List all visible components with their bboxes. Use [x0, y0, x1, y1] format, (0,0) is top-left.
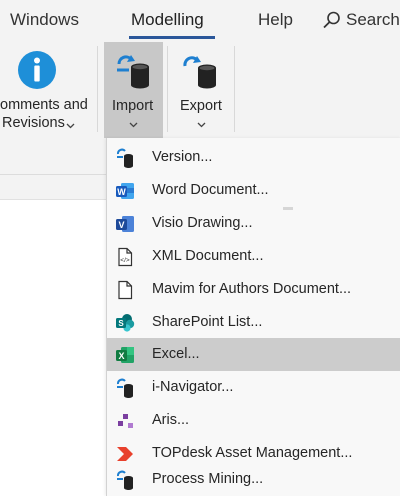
export-db-icon — [183, 56, 216, 89]
chevron-down-icon — [197, 122, 206, 128]
menu-item-label: Version... — [152, 149, 213, 165]
menu-item-mavim-for-authors[interactable]: Mavim for Authors Document... — [107, 273, 400, 306]
menu-item-label: i-Navigator... — [152, 379, 234, 395]
menu-item-word-document[interactable]: W Word Document... — [107, 174, 400, 207]
active-tab-indicator — [129, 36, 215, 39]
menu-item-visio-drawing[interactable]: V Visio Drawing... — [107, 207, 400, 240]
svg-text:</>: </> — [120, 257, 130, 264]
svg-text:W: W — [117, 187, 126, 197]
group-separator — [167, 46, 168, 132]
search-icon[interactable] — [322, 10, 342, 30]
topdesk-icon — [117, 447, 133, 461]
menu-item-xml-document[interactable]: </> XML Document... — [107, 240, 400, 273]
excel-icon: X — [116, 347, 134, 363]
menu-item-label: Aris... — [152, 412, 190, 428]
info-icon — [18, 51, 56, 89]
svg-text:V: V — [118, 220, 124, 230]
menu-item-aris[interactable]: Aris... — [107, 404, 400, 437]
import-db-icon — [117, 55, 149, 89]
svg-text:S: S — [118, 319, 124, 328]
menu-item-i-navigator[interactable]: i-Navigator... — [107, 371, 400, 404]
import-dropdown-menu: Version... W Word Document... V Visio Dr… — [106, 138, 400, 496]
menu-item-label: Word Document... — [152, 182, 269, 198]
menu-item-label: Visio Drawing... — [152, 215, 253, 231]
import-label: Import — [112, 98, 154, 114]
document-icon — [118, 280, 133, 300]
group-separator — [234, 46, 235, 132]
inavigator-db-icon — [117, 378, 133, 398]
export-label: Export — [180, 98, 222, 114]
sharepoint-icon: S — [116, 314, 135, 332]
tab-windows[interactable]: Windows — [10, 10, 79, 30]
ribbon-tab-bar: Windows Modelling Help Search — [0, 0, 400, 42]
comments-label-line2: Revisions — [2, 115, 65, 131]
chevron-down-icon — [129, 122, 138, 128]
import-button[interactable]: Import — [104, 42, 163, 138]
aris-icon — [118, 414, 133, 428]
menu-item-label: TOPdesk Asset Management... — [152, 445, 353, 461]
visio-icon: V — [116, 216, 134, 232]
menu-item-label: SharePoint List... — [152, 314, 263, 330]
menu-item-label: Mavim for Authors Document... — [152, 281, 352, 297]
menu-item-process-mining[interactable]: Process Mining... — [107, 463, 400, 496]
menu-item-label: Excel... — [152, 346, 200, 362]
menu-divider — [283, 207, 293, 210]
tab-search[interactable]: Search — [346, 10, 400, 30]
tab-modelling[interactable]: Modelling — [131, 10, 204, 30]
ribbon-collapse-band — [0, 175, 108, 200]
version-db-icon — [117, 148, 133, 168]
word-icon: W — [116, 183, 134, 199]
comments-label-line1: omments and — [0, 97, 88, 113]
chevron-down-icon — [66, 123, 75, 129]
menu-item-sharepoint-list[interactable]: S SharePoint List... — [107, 306, 400, 339]
tab-help[interactable]: Help — [258, 10, 293, 30]
xml-document-icon: </> — [118, 247, 133, 267]
menu-item-label: XML Document... — [152, 248, 264, 264]
group-separator — [97, 46, 98, 132]
process-mining-db-icon — [117, 470, 133, 490]
menu-item-version[interactable]: Version... — [107, 141, 400, 174]
menu-item-excel[interactable]: X Excel... — [107, 338, 400, 371]
menu-item-label: Process Mining... — [152, 471, 264, 487]
svg-text:X: X — [118, 351, 124, 361]
